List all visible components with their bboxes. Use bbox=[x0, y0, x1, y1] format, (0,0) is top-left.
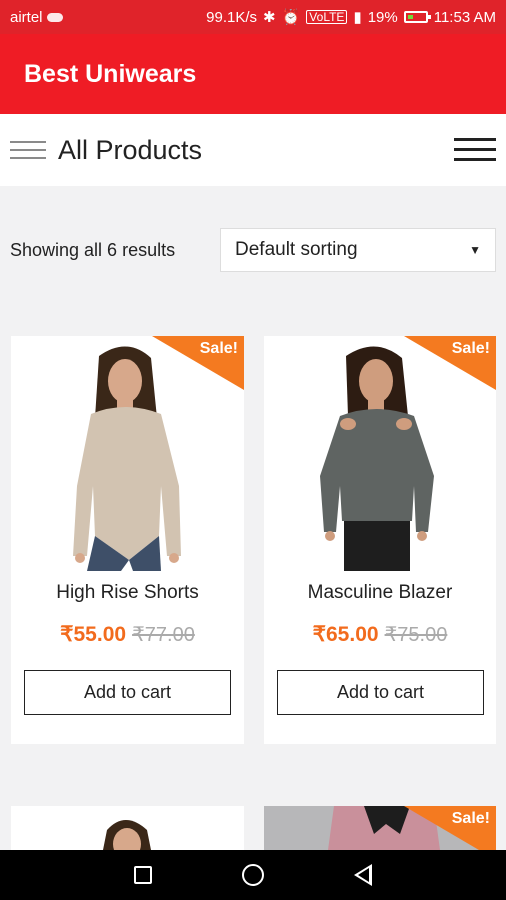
dropdown-caret-icon: ▼ bbox=[469, 243, 481, 257]
sale-badge-label: Sale! bbox=[451, 810, 490, 827]
system-nav-bar bbox=[0, 850, 506, 900]
back-icon[interactable] bbox=[354, 864, 372, 886]
home-icon[interactable] bbox=[242, 864, 264, 886]
app-title: Best Uniwears bbox=[24, 59, 197, 88]
product-price: ₹65.00 ₹75.00 bbox=[264, 622, 496, 647]
sort-selected-value: Default sorting bbox=[235, 239, 358, 260]
sub-header: All Products bbox=[0, 114, 506, 186]
sale-badge: Sale! bbox=[404, 806, 496, 850]
app-bar: Best Uniwears bbox=[0, 34, 506, 114]
alarm-icon: ⏰ bbox=[281, 9, 301, 26]
sort-select[interactable]: Default sorting ▼ bbox=[220, 228, 496, 272]
add-to-cart-button[interactable]: Add to cart bbox=[24, 670, 231, 715]
product-card[interactable]: Sale! Masculine Blazer ₹65.00 ₹75.00 Add … bbox=[264, 336, 496, 744]
product-card[interactable]: Sale! bbox=[264, 806, 496, 850]
sale-price: ₹65.00 bbox=[312, 623, 379, 646]
status-bar: airtel 99.1K/s ✱ ⏰ VoLTE ▮ 19% 11:53 AM bbox=[0, 0, 506, 34]
carrier-name: airtel bbox=[10, 8, 43, 26]
product-image[interactable] bbox=[11, 806, 244, 850]
sale-badge: Sale! bbox=[152, 336, 244, 390]
sale-badge: Sale! bbox=[404, 336, 496, 390]
menu-icon[interactable] bbox=[10, 139, 46, 161]
recent-apps-icon[interactable] bbox=[134, 866, 152, 884]
battery-icon bbox=[403, 11, 431, 23]
product-name[interactable]: High Rise Shorts bbox=[11, 582, 244, 604]
product-name[interactable]: Masculine Blazer bbox=[264, 582, 496, 604]
regular-price: ₹75.00 bbox=[384, 624, 448, 646]
network-speed: 99.1K/s bbox=[206, 8, 258, 26]
result-count: Showing all 6 results bbox=[10, 239, 176, 260]
bluetooth-icon: ✱ bbox=[263, 9, 276, 26]
product-card[interactable]: Sale! High Rise Shorts ₹55.00 ₹77.00 Add … bbox=[11, 336, 244, 744]
clock: 11:53 AM bbox=[433, 8, 496, 26]
regular-price: ₹77.00 bbox=[132, 624, 195, 646]
sale-price: ₹55.00 bbox=[60, 623, 127, 646]
product-price: ₹55.00 ₹77.00 bbox=[11, 622, 244, 647]
cloud-icon bbox=[46, 12, 63, 22]
battery-percent: 19% bbox=[367, 8, 398, 26]
volte-icon: VoLTE bbox=[306, 10, 348, 24]
shop-toolbar: Showing all 6 results Default sorting ▼ bbox=[10, 228, 496, 272]
sale-badge-label: Sale! bbox=[199, 340, 238, 357]
signal-icon: ▮ bbox=[353, 9, 362, 26]
sale-badge-label: Sale! bbox=[451, 340, 490, 357]
product-card[interactable] bbox=[11, 806, 244, 850]
add-to-cart-button[interactable]: Add to cart bbox=[277, 670, 484, 715]
page-title: All Products bbox=[58, 134, 203, 165]
nav-menu-button[interactable] bbox=[454, 138, 496, 162]
